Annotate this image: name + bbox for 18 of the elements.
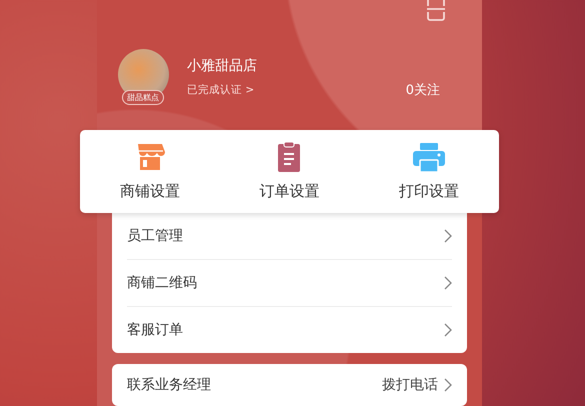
scan-icon[interactable] bbox=[426, 0, 446, 21]
shop-name: 小雅甜品店 bbox=[187, 57, 258, 75]
follow-count[interactable]: 0关注 bbox=[406, 81, 440, 99]
category-badge: 甜品糕点 bbox=[122, 90, 164, 105]
contact-label: 联系业务经理 bbox=[127, 376, 212, 394]
call-link[interactable]: 拨打电话 bbox=[382, 376, 438, 394]
chevron-icon bbox=[444, 378, 452, 392]
printer-icon bbox=[412, 141, 446, 174]
menu-item[interactable]: 商铺二维码 bbox=[127, 274, 197, 292]
menu-item[interactable]: 员工管理 bbox=[127, 226, 183, 245]
menu-item[interactable]: 客服订单 bbox=[127, 320, 183, 339]
shortcut-label[interactable]: 商铺设置 bbox=[120, 182, 180, 202]
chevron-icon bbox=[444, 228, 452, 243]
shortcut-label[interactable]: 订单设置 bbox=[259, 182, 320, 202]
verification-link[interactable]: 已完成认证 > bbox=[187, 83, 254, 97]
chevron-icon bbox=[444, 322, 452, 337]
chevron-icon bbox=[444, 276, 452, 290]
shortcut-label[interactable]: 打印设置 bbox=[399, 182, 460, 202]
